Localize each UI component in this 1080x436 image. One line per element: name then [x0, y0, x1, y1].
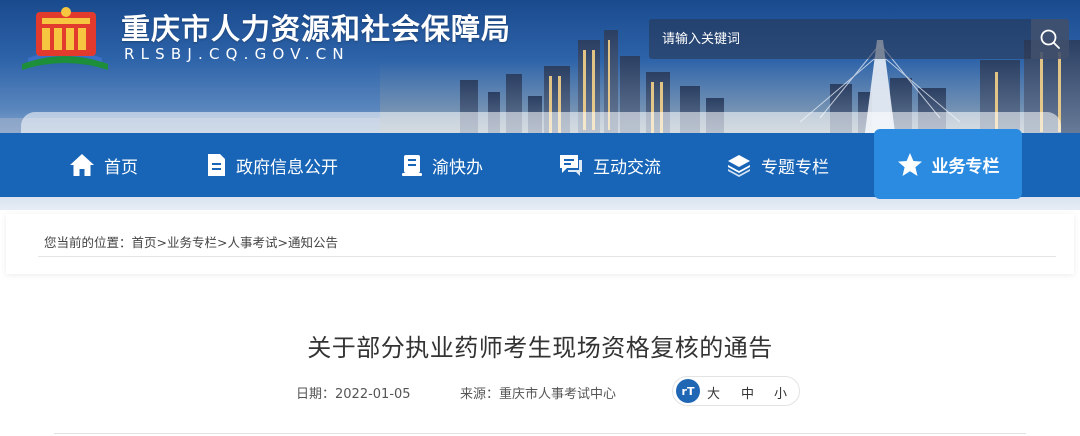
nav-item-label: 专题专栏 — [761, 157, 829, 178]
nav-item-label: 首页 — [104, 157, 138, 178]
article-divider — [54, 433, 1026, 434]
id-card-icon — [402, 155, 422, 176]
breadcrumb-separator: > — [217, 235, 228, 250]
article-source: 来源：重庆市人事考试中心 — [460, 383, 616, 402]
date-label: 日期： — [296, 387, 336, 402]
search-button[interactable] — [1031, 19, 1069, 59]
government-logo-image — [22, 7, 108, 70]
breadcrumb-separator: > — [277, 235, 289, 250]
nav-item-label: 互动交流 — [593, 157, 661, 178]
star-icon — [897, 152, 922, 176]
search-input[interactable] — [649, 19, 1027, 59]
nav-item-label: 政府信息公开 — [236, 157, 338, 178]
article-title: 关于部分执业药师考生现场资格复核的通告 — [307, 334, 773, 362]
breadcrumb-notices[interactable]: 通知公告 — [288, 235, 338, 250]
nav-item-yukuaiban[interactable]: 渝快办 — [401, 133, 483, 197]
search-icon — [1040, 29, 1060, 49]
breadcrumb: 您当前的位置：首页>业务专栏>人事考试>通知公告 — [44, 232, 338, 251]
site-title: 重庆市人力资源和社会保障局 — [121, 12, 512, 46]
article-date: 日期：2022-01-05 — [296, 383, 411, 402]
nav-item-label: 业务专栏 — [931, 156, 1000, 177]
source-value: 重庆市人事考试中心 — [499, 387, 617, 402]
nav-item-home[interactable]: 首页 — [69, 133, 138, 197]
chat-icon — [560, 155, 582, 176]
font-size-small[interactable]: 小 — [774, 383, 787, 402]
font-size-medium[interactable]: 中 — [741, 383, 754, 402]
breadcrumb-home[interactable]: 首页 — [132, 235, 157, 250]
breadcrumb-prefix: 您当前的位置： — [44, 235, 132, 250]
font-size-large[interactable]: 大 — [707, 383, 720, 402]
nav-item-label: 渝快办 — [432, 157, 483, 178]
document-icon — [208, 154, 225, 176]
breadcrumb-divider — [38, 256, 1056, 257]
home-icon — [70, 154, 94, 176]
breadcrumb-personnel-exam[interactable]: 人事考试 — [228, 235, 278, 250]
search-bar — [649, 19, 1069, 59]
breadcrumb-separator: > — [156, 235, 168, 250]
font-size-switcher: rT 大 中 小 — [672, 376, 800, 406]
site-domain: RLSBJ.CQ.GOV.CN — [124, 45, 350, 63]
source-label: 来源： — [460, 387, 500, 402]
nav-item-interaction[interactable]: 互动交流 — [558, 133, 661, 197]
layers-icon — [728, 155, 750, 177]
nav-item-special-topics[interactable]: 专题专栏 — [726, 133, 829, 197]
font-size-icon: rT — [676, 379, 700, 403]
breadcrumb-business[interactable]: 业务专栏 — [167, 235, 217, 250]
nav-item-business[interactable]: 业务专栏 — [874, 129, 1022, 199]
date-value: 2022-01-05 — [335, 387, 411, 402]
main-navigation: 首页 政府信息公开 渝快办 互动交流 专题专栏 业务专栏 — [0, 129, 1080, 199]
nav-item-government-info[interactable]: 政府信息公开 — [205, 133, 338, 197]
